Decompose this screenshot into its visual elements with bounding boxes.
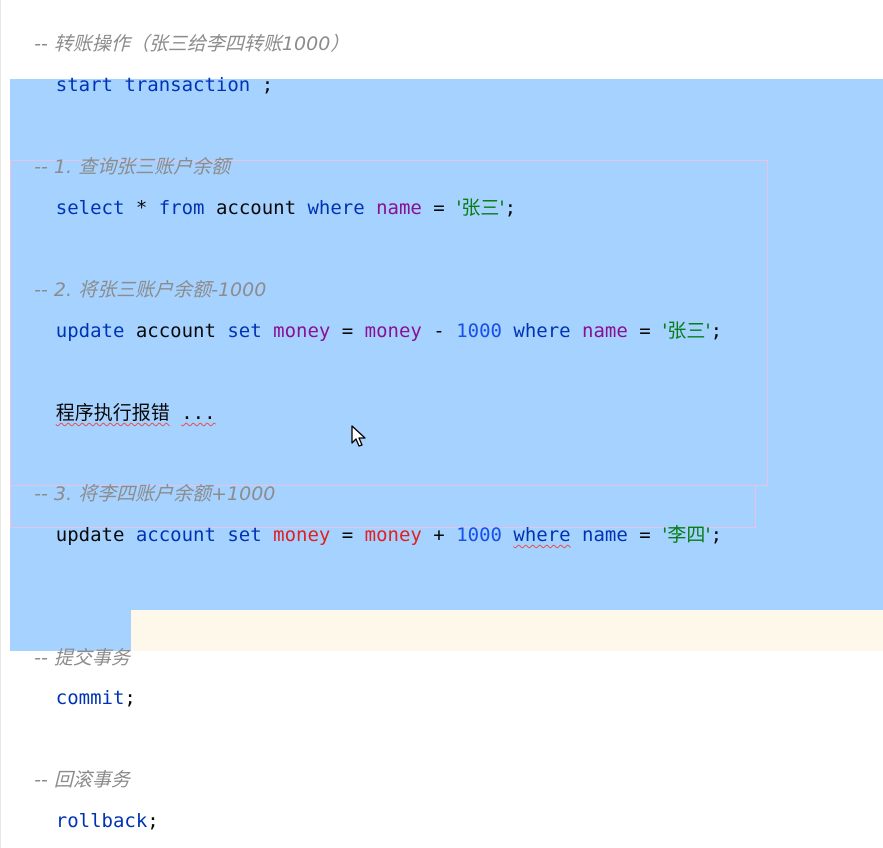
star: * [124, 197, 159, 219]
number-1000: 1000 [456, 524, 502, 546]
code-line-10[interactable]: -- 提交事务 [10, 619, 130, 669]
equals: = [330, 320, 365, 342]
equals: = [627, 320, 663, 342]
code-line-9[interactable]: update account set money = money + 1000 … [10, 496, 722, 546]
keyword-set: set [227, 524, 262, 546]
column-name: name [570, 320, 628, 342]
sql-editor[interactable]: -- 转账操作（张三给李四转账1000） start transaction ;… [0, 0, 883, 848]
code-line-5[interactable]: -- 2. 将张三账户余额-1000 [10, 251, 266, 301]
table-account: account [204, 197, 308, 219]
code-line-4[interactable]: select * from account where name = '张三'; [10, 169, 516, 219]
code-line-6[interactable]: update account set money = money - 1000 … [10, 292, 722, 342]
current-line-highlight [130, 610, 883, 651]
column-money: money [364, 524, 422, 546]
keyword-commit: commit [55, 687, 125, 709]
semicolon: ; [710, 524, 723, 546]
column-name: name [364, 197, 422, 219]
mouse-pointer-icon [351, 425, 366, 447]
code-line-1[interactable]: -- 转账操作（张三给李四转账1000） [10, 5, 349, 55]
equals: = [330, 524, 365, 546]
plus: + [421, 524, 457, 546]
semicolon: ; [250, 74, 274, 96]
keyword-update: update [55, 320, 125, 342]
keyword-from: from [158, 197, 205, 219]
column-money: money [364, 320, 422, 342]
keyword-where: where [513, 524, 571, 546]
keyword-rollback: rollback [55, 810, 148, 832]
semicolon: ; [147, 810, 159, 832]
equals: = [627, 524, 663, 546]
semicolon: ; [504, 197, 517, 219]
column-money: money [261, 524, 331, 546]
code-line-8[interactable]: -- 3. 将李四账户余额+1000 [10, 455, 275, 505]
code-line-3[interactable]: -- 1. 查询张三账户余额 [10, 128, 230, 178]
keyword-where: where [307, 197, 365, 219]
string-lisi: '李四' [662, 524, 711, 546]
ellipsis: ... [181, 402, 216, 424]
code-line-11[interactable]: commit; [10, 659, 136, 709]
code-line-13[interactable]: rollback; [10, 782, 159, 832]
keyword-select: select [55, 197, 125, 219]
code-line-12[interactable]: -- 回滚事务 [10, 741, 130, 791]
table-account: account [124, 524, 228, 546]
editor-gutter [0, 0, 1, 848]
column-name: name [570, 524, 628, 546]
keyword-start: start [55, 74, 113, 96]
keyword-set: set [227, 320, 262, 342]
keyword-update: update [55, 524, 125, 546]
string-zhangsan: '张三' [662, 320, 711, 342]
error-text: 程序执行报错 [55, 402, 170, 424]
keyword-where: where [501, 320, 571, 342]
number-1000: 1000 [456, 320, 502, 342]
semicolon: ; [124, 687, 136, 709]
semicolon: ; [710, 320, 723, 342]
column-money: money [261, 320, 331, 342]
minus: - [421, 320, 457, 342]
equals: = [421, 197, 457, 219]
string-zhangsan: '张三' [456, 197, 505, 219]
code-line-2[interactable]: start transaction ; [10, 46, 273, 96]
code-line-7[interactable]: 程序执行报错 ... [10, 374, 216, 424]
table-account: account [124, 320, 228, 342]
keyword-transaction: transaction [124, 74, 251, 96]
